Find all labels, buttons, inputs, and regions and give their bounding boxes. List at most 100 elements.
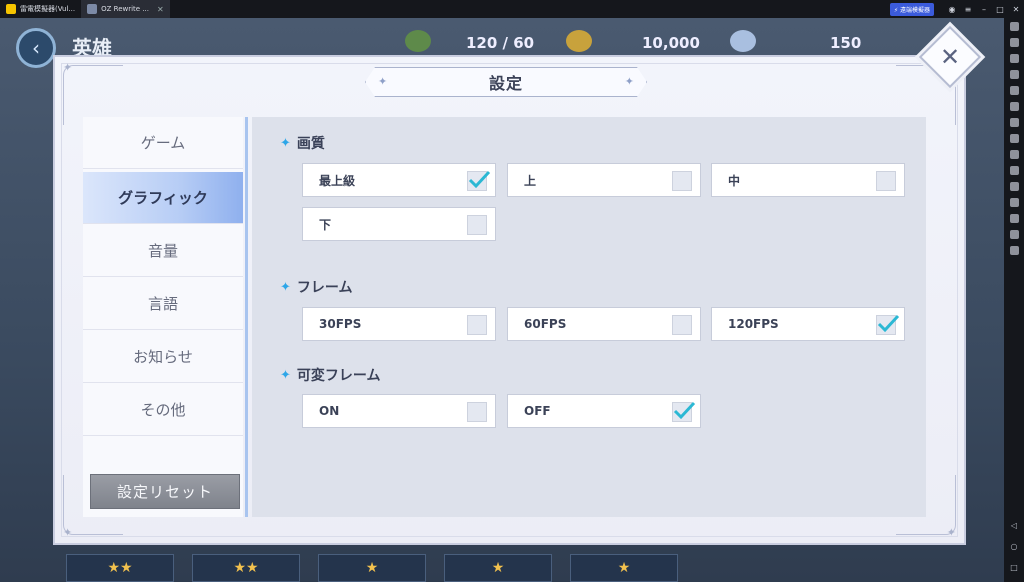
keyboard-icon[interactable]	[1009, 38, 1019, 47]
android-recents-icon[interactable]: □	[1010, 563, 1018, 572]
game-thumbnail-icon	[87, 4, 98, 14]
sidebar-item-graphics[interactable]: グラフィック	[83, 172, 243, 224]
option-quality-highest[interactable]: 最上級	[302, 163, 496, 197]
emulator-side-toolbar: ◁ ○ □	[1004, 18, 1024, 582]
menu-icon[interactable]: ≡	[960, 5, 976, 14]
location-icon[interactable]	[1009, 230, 1019, 239]
phone-icon[interactable]	[1009, 198, 1019, 207]
checkbox[interactable]	[467, 315, 487, 335]
check-icon	[877, 314, 900, 333]
tab-game[interactable]: OZ Rewrite ... ✕	[81, 0, 170, 18]
option-label: 120FPS	[728, 317, 779, 331]
multi-instance-icon[interactable]	[1009, 134, 1019, 143]
record-icon[interactable]	[1009, 102, 1019, 111]
checkbox[interactable]	[672, 171, 692, 191]
option-quality-medium[interactable]: 中	[711, 163, 905, 197]
sidebar-item-game[interactable]: ゲーム	[83, 117, 243, 169]
option-frame-120fps[interactable]: 120FPS	[711, 307, 905, 341]
tab-emulator-home[interactable]: 雷電模擬器(Vul...	[0, 0, 81, 18]
option-label: OFF	[524, 404, 551, 418]
emulator-titlebar: 雷電模擬器(Vul... OZ Rewrite ... ✕ ⚡ 遠端模擬器 ◉ …	[0, 0, 1024, 18]
sidebar-item-other[interactable]: その他	[83, 384, 243, 436]
sparkle-icon: ✦	[63, 61, 73, 74]
hero-card[interactable]: ★	[318, 554, 426, 582]
option-label: 最上級	[319, 173, 356, 188]
check-icon	[468, 170, 491, 189]
section-label: フレーム	[296, 280, 353, 296]
more-icon[interactable]	[1009, 246, 1019, 255]
close-window-icon[interactable]: ✕	[1008, 5, 1024, 14]
ldplayer-logo-icon	[6, 4, 16, 14]
checkbox[interactable]	[467, 215, 487, 235]
sidebar-item-label: その他	[140, 401, 186, 419]
option-label: 上	[524, 173, 537, 188]
apk-icon[interactable]	[1009, 118, 1019, 127]
sidebar-item-volume[interactable]: 音量	[83, 225, 243, 277]
hero-card[interactable]: ★	[444, 554, 552, 582]
sidebar-item-notices[interactable]: お知らせ	[83, 331, 243, 383]
maximize-icon[interactable]: □	[992, 5, 1008, 14]
checkbox-checked[interactable]	[467, 170, 491, 191]
hero-card[interactable]: ★	[570, 554, 678, 582]
settings-modal: ✦ ✦ ✦ ✦ 設定 ✦ ゲーム グラフィック 音量 言語 お知らせ その他 設…	[53, 55, 966, 545]
android-home-icon[interactable]: ○	[1011, 542, 1018, 551]
gem-icon	[730, 30, 756, 52]
sparkle-icon: ✦	[280, 279, 291, 295]
account-icon[interactable]: ◉	[944, 5, 960, 14]
star-rating: ★	[617, 560, 631, 576]
option-variable-frame-off[interactable]: OFF	[507, 394, 701, 428]
corner-ornament	[63, 65, 123, 125]
modal-title-plate: ✦ 設定 ✦	[365, 67, 647, 97]
star-rating: ★★	[107, 560, 133, 576]
scissors-icon[interactable]	[1009, 150, 1019, 159]
volume-up-icon[interactable]	[1009, 54, 1019, 63]
checkbox-checked[interactable]	[672, 401, 696, 422]
gold-coin-icon	[566, 30, 592, 52]
settings-sidebar: ゲーム グラフィック 音量 言語 お知らせ その他 設定リセット	[83, 117, 243, 517]
option-variable-frame-on[interactable]: ON	[302, 394, 496, 428]
star-rating: ★★	[233, 560, 259, 576]
settings-icon[interactable]	[1009, 22, 1019, 31]
sparkle-icon: ✦	[624, 75, 634, 88]
stamina-icon	[405, 30, 431, 52]
option-frame-60fps[interactable]: 60FPS	[507, 307, 701, 341]
operation-icon[interactable]	[1009, 182, 1019, 191]
option-frame-30fps[interactable]: 30FPS	[302, 307, 496, 341]
check-icon	[673, 401, 696, 420]
section-label: 可変フレーム	[296, 368, 381, 384]
checkbox-checked[interactable]	[876, 314, 900, 335]
back-button[interactable]: ‹	[16, 28, 56, 68]
folder-icon[interactable]	[1009, 214, 1019, 223]
hero-card[interactable]: ★★	[192, 554, 300, 582]
sidebar-item-label: 音量	[147, 242, 178, 260]
checkbox[interactable]	[672, 315, 692, 335]
tab-close-icon[interactable]: ✕	[157, 5, 164, 14]
remote-emulator-badge[interactable]: ⚡ 遠端模擬器	[889, 2, 934, 16]
sidebar-item-label: お知らせ	[133, 348, 193, 366]
option-quality-low[interactable]: 下	[302, 207, 496, 241]
sidebar-divider	[245, 117, 248, 517]
gold-value: 10,000	[642, 34, 700, 52]
option-quality-high[interactable]: 上	[507, 163, 701, 197]
tab-label: 雷電模擬器(Vul...	[20, 5, 76, 13]
option-label: 中	[728, 173, 741, 188]
section-title-frame: ✦ フレーム	[280, 277, 353, 297]
option-label: 下	[319, 217, 332, 232]
sidebar-item-label: ゲーム	[140, 134, 186, 152]
volume-down-icon[interactable]	[1009, 70, 1019, 79]
hero-card[interactable]: ★★	[66, 554, 174, 582]
video-icon[interactable]	[1009, 166, 1019, 175]
sidebar-item-language[interactable]: 言語	[83, 278, 243, 330]
minimize-icon[interactable]: –	[976, 5, 992, 14]
reset-settings-button[interactable]: 設定リセット	[90, 474, 240, 509]
android-back-icon[interactable]: ◁	[1011, 521, 1017, 530]
sparkle-icon: ✦	[63, 526, 73, 539]
hero-card-row: ★★ ★★ ★ ★ ★	[66, 554, 678, 582]
option-label: ON	[319, 404, 340, 418]
stamina-value: 120 / 60	[466, 34, 535, 52]
checkbox[interactable]	[467, 402, 487, 422]
tab-label: OZ Rewrite ...	[101, 5, 149, 13]
screenshot-icon[interactable]	[1009, 86, 1019, 95]
checkbox[interactable]	[876, 171, 896, 191]
section-label: 画質	[296, 136, 325, 152]
